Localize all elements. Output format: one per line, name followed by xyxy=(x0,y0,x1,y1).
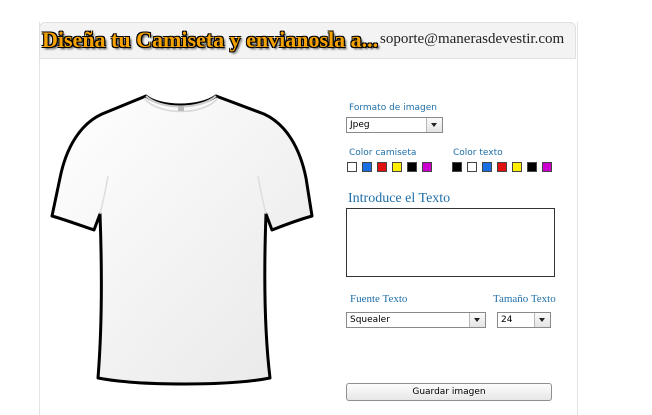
page-title: Diseña tu Camiseta y envianosla a... xyxy=(42,27,379,52)
tshirt-preview xyxy=(50,94,314,386)
text-input-label: Introduce el Texto xyxy=(348,191,451,206)
format-value: Jpeg xyxy=(350,120,370,130)
text-input[interactable] xyxy=(346,208,555,277)
text-color-swatch[interactable] xyxy=(467,162,477,172)
shirt-color-swatch[interactable] xyxy=(407,162,417,172)
chevron-down-icon xyxy=(469,313,485,327)
shirt-color-swatch[interactable] xyxy=(377,162,387,172)
text-color-swatch[interactable] xyxy=(512,162,522,172)
shirt-color-swatch[interactable] xyxy=(347,162,357,172)
contact-email: soporte@manerasdevestir.com xyxy=(380,31,565,47)
font-label: Fuente Texto xyxy=(350,293,408,305)
text-color-swatch[interactable] xyxy=(527,162,537,172)
text-color-swatch[interactable] xyxy=(452,162,462,172)
format-select[interactable]: Jpeg xyxy=(346,117,443,133)
shirt-color-swatch[interactable] xyxy=(362,162,372,172)
shirt-color-swatch[interactable] xyxy=(392,162,402,172)
text-color-swatch[interactable] xyxy=(497,162,507,172)
text-color-label: Color texto xyxy=(453,148,503,158)
tshirt-shape xyxy=(50,94,314,386)
chevron-down-icon xyxy=(534,313,550,327)
font-select[interactable]: Squealer xyxy=(346,312,486,328)
shirt-color-swatch[interactable] xyxy=(422,162,432,172)
save-image-button[interactable]: Guardar imagen xyxy=(346,383,552,401)
chevron-down-icon xyxy=(426,118,442,132)
size-select[interactable]: 24 xyxy=(497,312,551,328)
shirt-color-label: Color camiseta xyxy=(349,148,417,158)
font-value: Squealer xyxy=(350,315,390,325)
size-label: Tamaño Texto xyxy=(493,293,556,305)
text-color-swatch[interactable] xyxy=(542,162,552,172)
size-value: 24 xyxy=(501,315,513,325)
text-color-swatch[interactable] xyxy=(482,162,492,172)
format-label: Formato de imagen xyxy=(349,103,437,113)
